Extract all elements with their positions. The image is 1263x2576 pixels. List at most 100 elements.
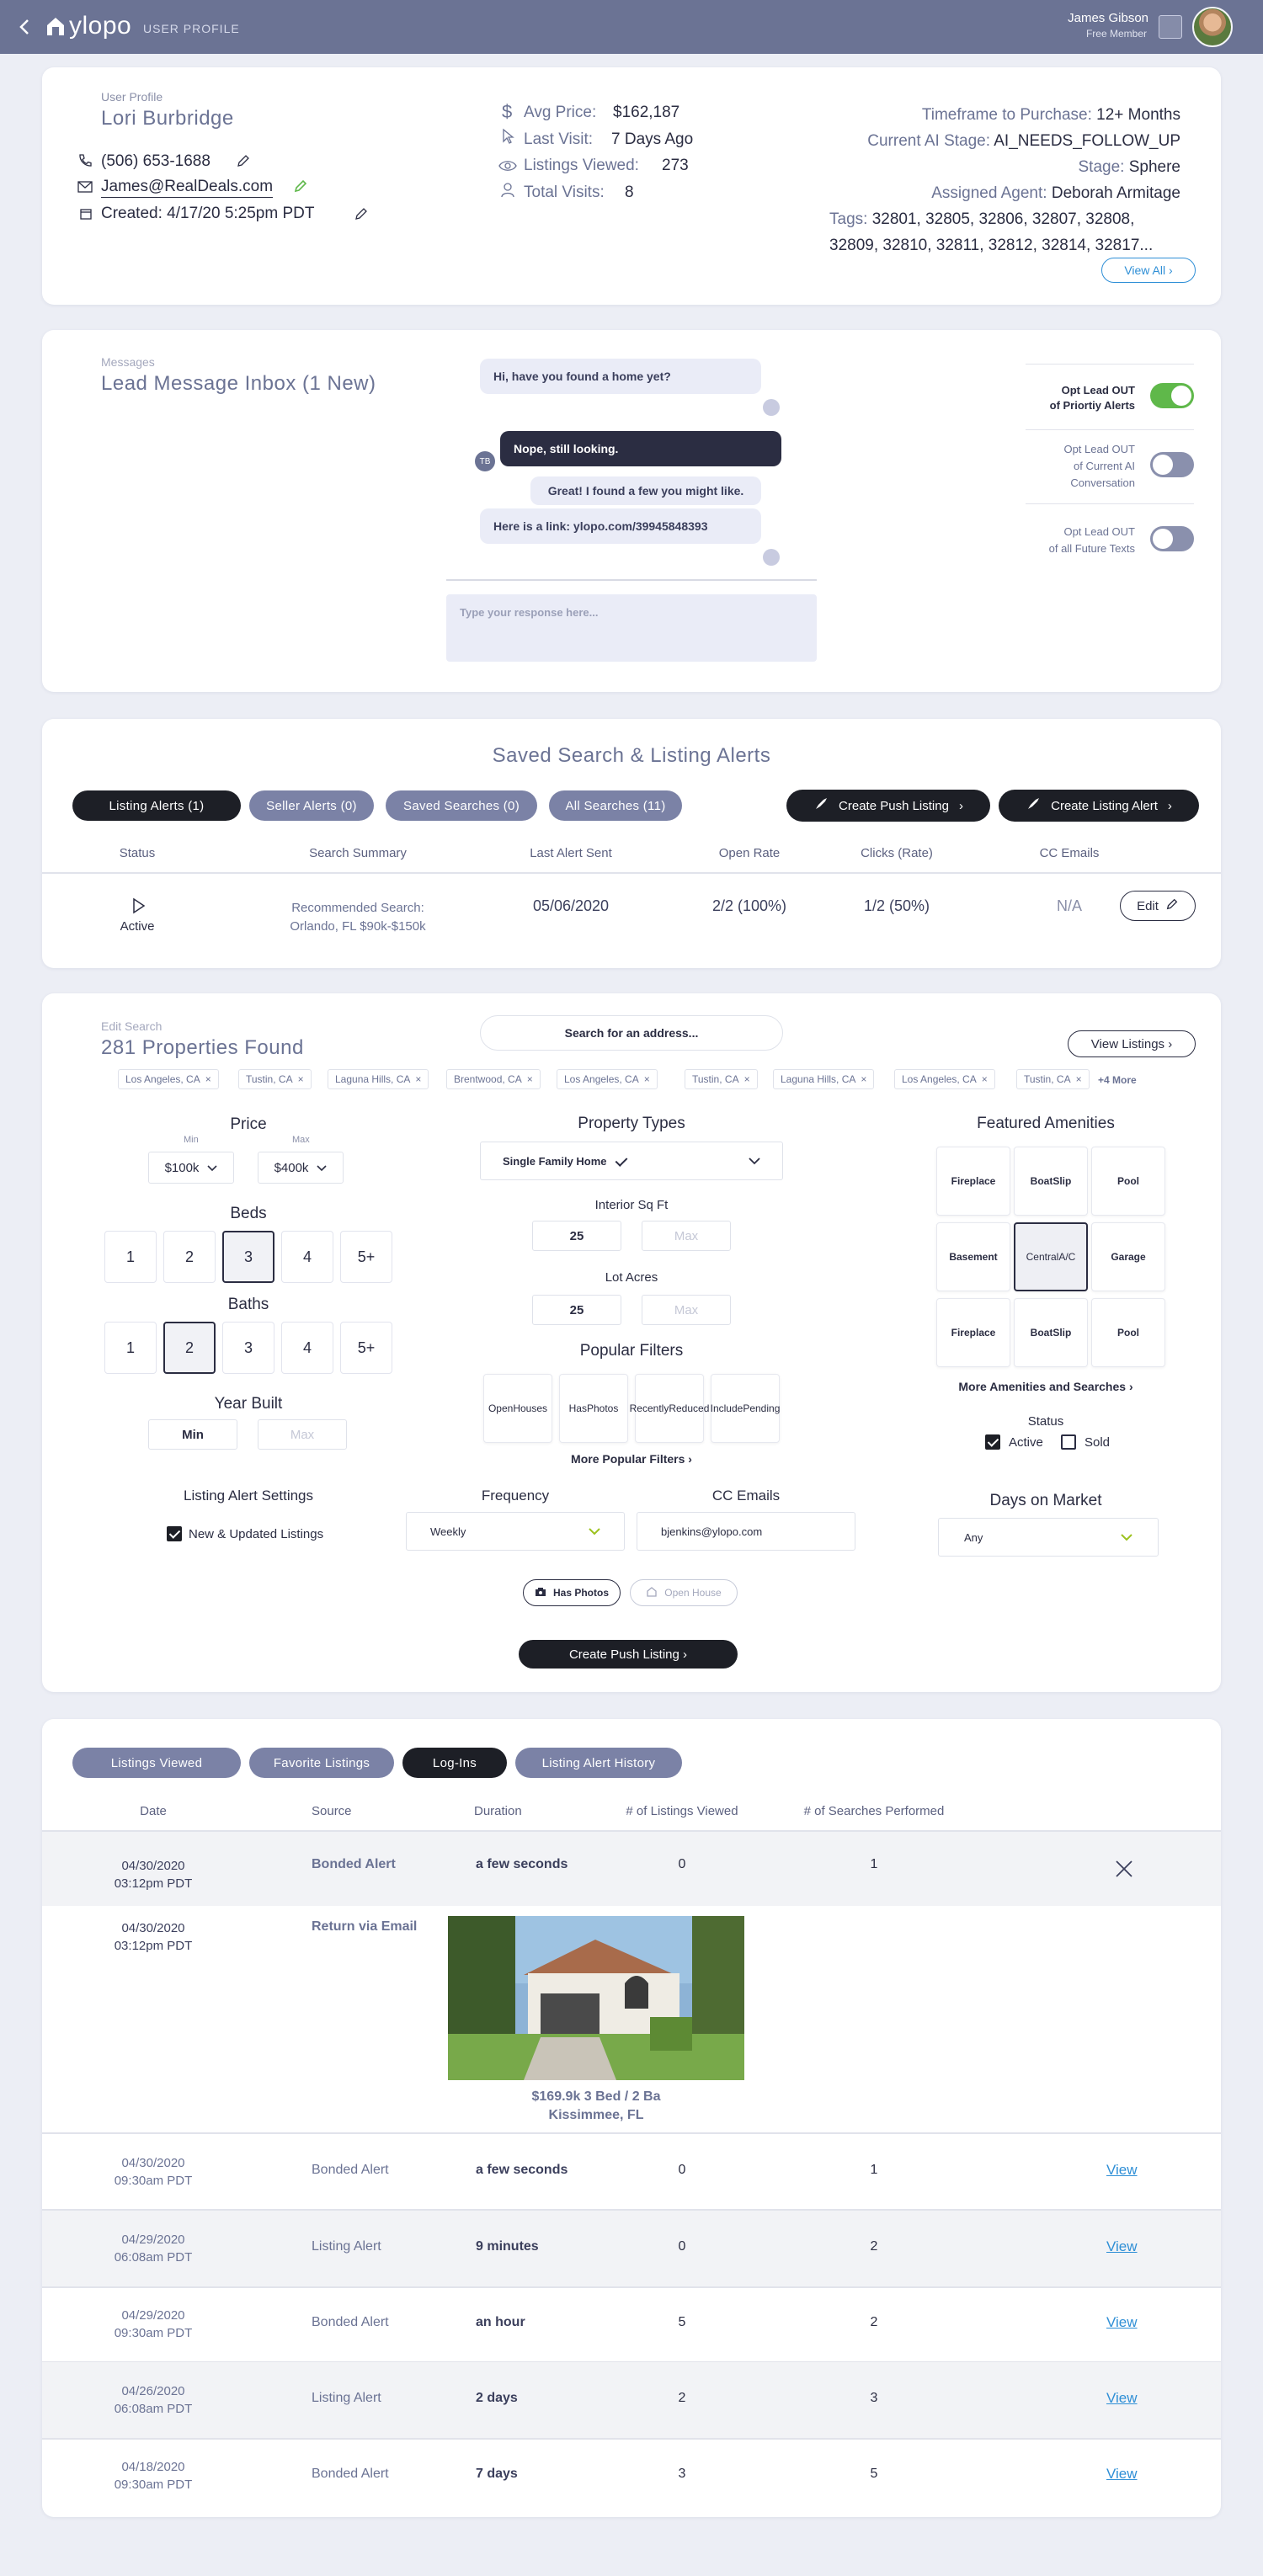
play-icon[interactable]: [132, 897, 146, 914]
amenity-option[interactable]: Boat Slip: [1014, 1147, 1088, 1216]
sqft-min-input[interactable]: 25: [532, 1221, 621, 1251]
popular-filter-button[interactable]: Has Photos: [559, 1374, 628, 1443]
create-push-listing-bottom-button[interactable]: Create Push Listing ›: [519, 1640, 738, 1669]
chip-remove-icon[interactable]: ×: [415, 1073, 421, 1085]
chip-remove-icon[interactable]: ×: [527, 1073, 533, 1085]
table-row[interactable]: [42, 2134, 1221, 2210]
phone-value[interactable]: (506) 653-1688: [101, 152, 210, 171]
beds-option-1[interactable]: 1: [104, 1231, 157, 1283]
back-chevron-icon[interactable]: [19, 17, 30, 37]
sqft-max-input[interactable]: Max: [642, 1221, 731, 1251]
beds-option-5+[interactable]: 5+: [340, 1231, 392, 1283]
view-all-tags-button[interactable]: View All ›: [1101, 258, 1196, 283]
beds-option-2[interactable]: 2: [163, 1231, 216, 1283]
status-active-checkbox[interactable]: [985, 1434, 1000, 1450]
chip-remove-icon[interactable]: ×: [1076, 1073, 1082, 1085]
location-chip[interactable]: Laguna Hills, CA ×: [773, 1069, 875, 1089]
chip-remove-icon[interactable]: ×: [298, 1073, 304, 1085]
year-min-input[interactable]: Min: [148, 1419, 237, 1450]
row-view-link[interactable]: View: [1106, 2314, 1138, 2331]
more-amenities-link[interactable]: More Amenities and Searches ›: [919, 1380, 1172, 1393]
has-photos-toggle[interactable]: Has Photos: [523, 1579, 621, 1606]
tab-saved-searches[interactable]: Saved Searches (0): [386, 790, 537, 821]
table-row[interactable]: [42, 2362, 1221, 2438]
row-view-link[interactable]: View: [1106, 2466, 1138, 2483]
popular-filter-button[interactable]: Open Houses: [483, 1374, 552, 1443]
more-popular-filters-link[interactable]: More Popular Filters ›: [505, 1452, 758, 1466]
tab-listings-viewed[interactable]: Listings Viewed: [72, 1748, 241, 1778]
baths-option-4[interactable]: 4: [281, 1322, 333, 1374]
location-chip[interactable]: Tustin, CA ×: [685, 1069, 758, 1089]
location-chip[interactable]: Tustin, CA ×: [1016, 1069, 1090, 1089]
location-chip[interactable]: Los Angeles, CA ×: [118, 1069, 219, 1089]
days-on-market-select[interactable]: Any: [938, 1518, 1159, 1557]
amenity-option[interactable]: Pool: [1091, 1298, 1165, 1367]
view-listings-button[interactable]: View Listings ›: [1068, 1030, 1196, 1057]
location-chip[interactable]: Laguna Hills, CA ×: [328, 1069, 429, 1089]
amenity-option[interactable]: Fireplace: [936, 1298, 1010, 1367]
logo-text[interactable]: ylopo: [69, 12, 131, 40]
reply-input[interactable]: Type your response here...: [446, 594, 817, 662]
frequency-select[interactable]: Weekly: [406, 1512, 625, 1551]
amenity-option[interactable]: Fireplace: [936, 1147, 1010, 1216]
baths-option-5+[interactable]: 5+: [340, 1322, 392, 1374]
notification-box-icon[interactable]: [1159, 15, 1182, 39]
table-row[interactable]: [42, 1832, 1221, 1906]
location-chip[interactable]: Tustin, CA ×: [238, 1069, 312, 1089]
location-chip[interactable]: Brentwood, CA ×: [446, 1069, 541, 1089]
create-listing-alert-button[interactable]: Create Listing Alert ›: [999, 790, 1199, 822]
beds-option-4[interactable]: 4: [281, 1231, 333, 1283]
open-house-toggle[interactable]: Open House: [630, 1579, 738, 1606]
beds-option-3[interactable]: 3: [222, 1231, 274, 1283]
price-min-select[interactable]: $100k: [148, 1152, 234, 1184]
listing-photo[interactable]: [448, 1916, 744, 2080]
tab-all-searches[interactable]: All Searches (11): [549, 790, 682, 821]
create-push-listing-button[interactable]: Create Push Listing ›: [786, 790, 990, 822]
amenity-option[interactable]: Garage: [1091, 1222, 1165, 1291]
tab-seller-alerts[interactable]: Seller Alerts (0): [249, 790, 374, 821]
amenity-option[interactable]: Central A/C: [1014, 1222, 1088, 1291]
status-sold-checkbox[interactable]: [1061, 1434, 1076, 1450]
baths-option-2[interactable]: 2: [163, 1322, 216, 1374]
year-max-input[interactable]: Max: [258, 1419, 347, 1450]
row-view-link[interactable]: View: [1106, 2238, 1138, 2255]
avatar[interactable]: [1192, 7, 1233, 47]
chip-remove-icon[interactable]: ×: [205, 1073, 211, 1085]
price-max-select[interactable]: $400k: [258, 1152, 344, 1184]
cc-emails-input[interactable]: bjenkins@ylopo.com: [637, 1512, 855, 1551]
opt-out-texts-toggle[interactable]: [1150, 526, 1194, 551]
more-chips-link[interactable]: +4 More: [1098, 1074, 1137, 1086]
tab-listing-alert-history[interactable]: Listing Alert History: [515, 1748, 682, 1778]
table-row[interactable]: [42, 2438, 1221, 2499]
email-value[interactable]: James@RealDeals.com: [101, 178, 274, 198]
chip-remove-icon[interactable]: ×: [982, 1073, 988, 1085]
chip-remove-icon[interactable]: ×: [644, 1073, 650, 1085]
table-row[interactable]: [42, 2211, 1221, 2286]
baths-option-1[interactable]: 1: [104, 1322, 157, 1374]
amenity-option[interactable]: Boat Slip: [1014, 1298, 1088, 1367]
location-chip[interactable]: Los Angeles, CA ×: [894, 1069, 995, 1089]
row-view-link[interactable]: View: [1106, 2390, 1138, 2407]
property-type-select[interactable]: Single Family Home: [480, 1142, 783, 1180]
row-view-link[interactable]: View: [1106, 2162, 1138, 2179]
table-row[interactable]: [42, 2286, 1221, 2362]
popular-filter-button[interactable]: Recently Reduced: [630, 1374, 709, 1443]
lot-min-input[interactable]: 25: [532, 1295, 621, 1325]
chip-remove-icon[interactable]: ×: [861, 1073, 866, 1085]
location-chip[interactable]: Los Angeles, CA ×: [557, 1069, 658, 1089]
edit-phone-pencil-icon[interactable]: [236, 153, 251, 168]
amenity-option[interactable]: Pool: [1091, 1147, 1165, 1216]
copy-icon[interactable]: [763, 549, 780, 566]
tab-log-ins[interactable]: Log-Ins: [402, 1748, 507, 1778]
edit-created-pencil-icon[interactable]: [354, 206, 369, 221]
popular-filter-button[interactable]: Include Pending: [711, 1374, 780, 1443]
tab-listing-alerts[interactable]: Listing Alerts (1): [72, 790, 241, 821]
opt-out-alerts-toggle[interactable]: [1150, 383, 1194, 408]
close-icon[interactable]: [1115, 1860, 1133, 1878]
new-updated-checkbox[interactable]: [167, 1526, 182, 1541]
edit-email-pencil-icon[interactable]: [293, 178, 308, 194]
chip-remove-icon[interactable]: ×: [744, 1073, 750, 1085]
baths-option-3[interactable]: 3: [222, 1322, 274, 1374]
amenity-option[interactable]: Basement: [936, 1222, 1010, 1291]
opt-out-ai-toggle[interactable]: [1150, 452, 1194, 477]
